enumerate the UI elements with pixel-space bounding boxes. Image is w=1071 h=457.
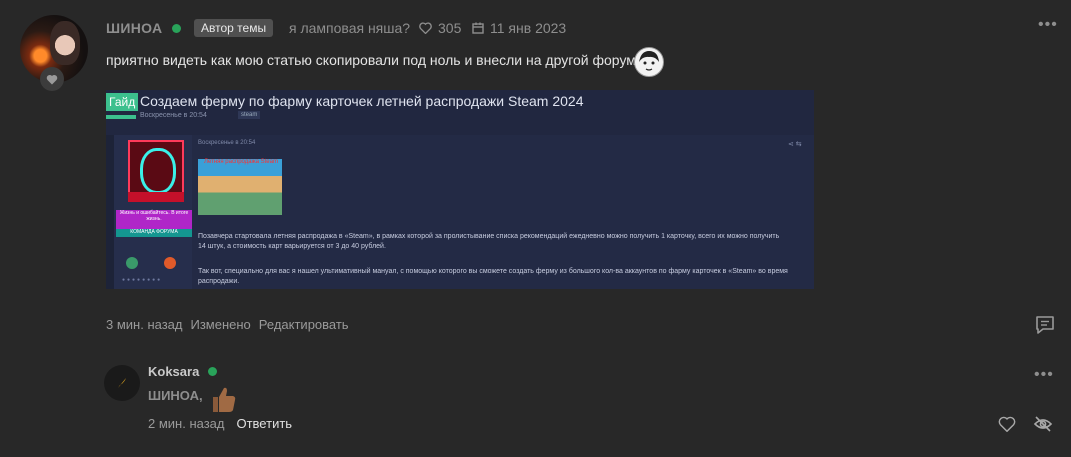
author-badge: Автор темы [194, 19, 274, 37]
reply-footer: 2 мин. назад Ответить [148, 416, 292, 431]
embedded-screenshot[interactable]: Гайд Создаем ферму по фарму карточек лет… [106, 90, 814, 289]
embedded-sub-tag: steam [238, 111, 261, 119]
edit-button[interactable]: Редактировать [259, 317, 349, 332]
post-date-text: 11 янв 2023 [490, 20, 567, 36]
share-icon: ⋖ ⇆ [788, 141, 802, 148]
reply-author-avatar[interactable] [104, 365, 140, 401]
embedded-pagination-dots: ●●●●●●●● [122, 277, 163, 283]
embedded-post-body: Жизнь и ошибайтесь. В итоге жизнь. КОМАН… [114, 135, 814, 289]
reply-message: ШИНОА, [148, 388, 203, 403]
reply-button[interactable]: Ответить [236, 416, 292, 431]
feather-icon [118, 378, 126, 388]
heart-icon[interactable] [40, 67, 64, 91]
heart-icon [419, 22, 432, 34]
avatar-face [50, 21, 80, 65]
embedded-accent-bar [106, 115, 136, 119]
comment-icon[interactable] [1034, 314, 1056, 341]
embedded-title: Создаем ферму по фарму карточек летней р… [140, 93, 584, 109]
user-status: я ламповая няша? [289, 20, 411, 36]
heart-icon[interactable] [998, 416, 1016, 437]
embedded-user-rank [128, 192, 184, 202]
embedded-team-badge: КОМАНДА ФОРУМА [116, 229, 192, 237]
online-indicator [172, 24, 181, 33]
post-more-menu[interactable]: ••• [1038, 16, 1058, 34]
calendar-icon [472, 22, 484, 34]
thumbs-up-emoji [208, 384, 238, 419]
embedded-paragraph: Так вот, специально для вас я нашел ульт… [198, 268, 788, 285]
online-indicator [208, 367, 217, 376]
embedded-user-avatar [128, 140, 184, 196]
embedded-user-panel: Жизнь и ошибайтесь. В итоге жизнь. КОМАН… [114, 135, 192, 289]
embedded-badge-icon [126, 257, 138, 269]
post-date: 11 янв 2023 [472, 20, 566, 36]
embedded-badge-icon [164, 257, 176, 269]
edited-link[interactable]: Изменено [190, 317, 250, 332]
post-author-name[interactable]: ШИНОА [106, 20, 162, 36]
reply-author-name[interactable]: Koksara [148, 364, 199, 379]
likes-count: 305 [438, 20, 462, 36]
reply-time: 2 мин. назад [148, 416, 225, 431]
hide-icon[interactable] [1033, 414, 1053, 439]
reply-more-menu[interactable]: ••• [1034, 366, 1054, 384]
anime-face-emoji [634, 47, 664, 77]
embedded-thumbnail-caption: Летняя распродажа Steam [204, 159, 278, 165]
embedded-subtitle: Воскресенье в 20:54 [140, 112, 207, 119]
embedded-guide-tag: Гайд [106, 93, 139, 111]
embedded-user-quote: Жизнь и ошибайтесь. В итоге жизнь. [116, 210, 192, 229]
post-message: приятно видеть как мою статью скопировал… [106, 52, 636, 68]
post-footer: 3 мин. назад Изменено Редактировать [106, 317, 349, 332]
likes-counter: 305 [419, 20, 461, 36]
embedded-post-date: Воскресенье в 20:54 [198, 140, 256, 146]
post-time: 3 мин. назад [106, 317, 183, 332]
embedded-paragraph: Позавчера стартовала летняя распродажа в… [198, 233, 780, 250]
embedded-thumbnail [198, 159, 282, 215]
